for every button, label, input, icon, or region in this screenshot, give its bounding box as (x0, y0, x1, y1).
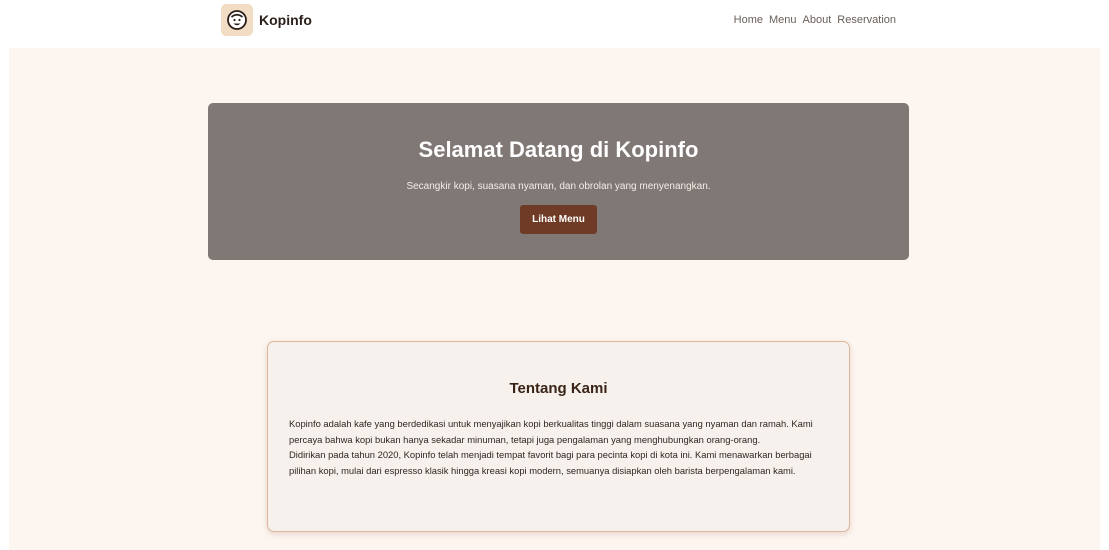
hero-subtitle: Secangkir kopi, suasana nyaman, dan obro… (406, 181, 711, 192)
about-paragraph-1: Kopinfo adalah kafe yang berdedikasi unt… (289, 418, 813, 445)
hero-banner: Selamat Datang di Kopinfo Secangkir kopi… (208, 103, 909, 260)
nav-link-reservation[interactable]: Reservation (837, 14, 896, 26)
brand[interactable]: Kopinfo (221, 4, 312, 36)
view-menu-button[interactable]: Lihat Menu (520, 205, 597, 234)
about-text: Kopinfo adalah kafe yang berdedikasi unt… (289, 416, 828, 478)
page-content: Selamat Datang di Kopinfo Secangkir kopi… (9, 48, 1100, 550)
nav-link-home[interactable]: Home (734, 14, 763, 26)
nav-link-about[interactable]: About (803, 14, 832, 26)
brand-name: Kopinfo (259, 12, 312, 28)
coffee-logo-icon (221, 4, 253, 36)
about-card: Tentang Kami Kopinfo adalah kafe yang be… (267, 341, 850, 532)
nav-links: Home Menu About Reservation (734, 14, 896, 26)
hero-title: Selamat Datang di Kopinfo (418, 137, 699, 162)
about-paragraph-2: Didirikan pada tahun 2020, Kopinfo telah… (289, 449, 812, 476)
about-title: Tentang Kami (509, 380, 608, 397)
navbar: Kopinfo Home Menu About Reservation (0, 0, 1109, 46)
nav-link-menu[interactable]: Menu (769, 14, 797, 26)
